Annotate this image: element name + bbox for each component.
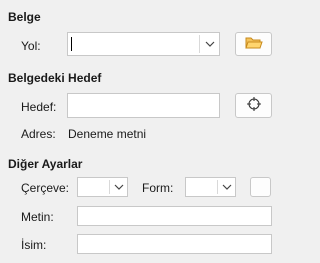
events-button[interactable] [250,177,271,197]
chevron-down-icon[interactable] [200,33,220,55]
folder-open-icon [244,36,263,53]
document-heading: Belge [8,10,41,24]
name-label: İsim: [21,238,47,252]
path-label: Yol: [21,39,41,53]
text-input[interactable] [77,206,272,226]
crosshair-icon [246,96,262,115]
target-browse-button[interactable] [235,93,272,118]
target-label: Hedef: [21,100,57,114]
address-value: Deneme metni [68,127,147,141]
chevron-down-icon[interactable] [218,178,236,196]
path-combobox[interactable] [67,32,220,56]
text-label: Metin: [21,210,54,224]
frame-combobox[interactable] [77,177,128,197]
other-settings-heading: Diğer Ayarlar [8,157,83,171]
chevron-down-icon[interactable] [110,178,128,196]
form-label: Form: [142,181,174,195]
name-input[interactable] [77,234,272,254]
text-caret [71,37,72,51]
target-input[interactable] [67,93,220,118]
frame-label: Çerçeve: [21,181,70,195]
target-heading: Belgedeki Hedef [8,71,102,85]
open-file-button[interactable] [235,32,272,56]
address-label: Adres: [21,127,56,141]
form-combobox[interactable] [185,177,236,197]
